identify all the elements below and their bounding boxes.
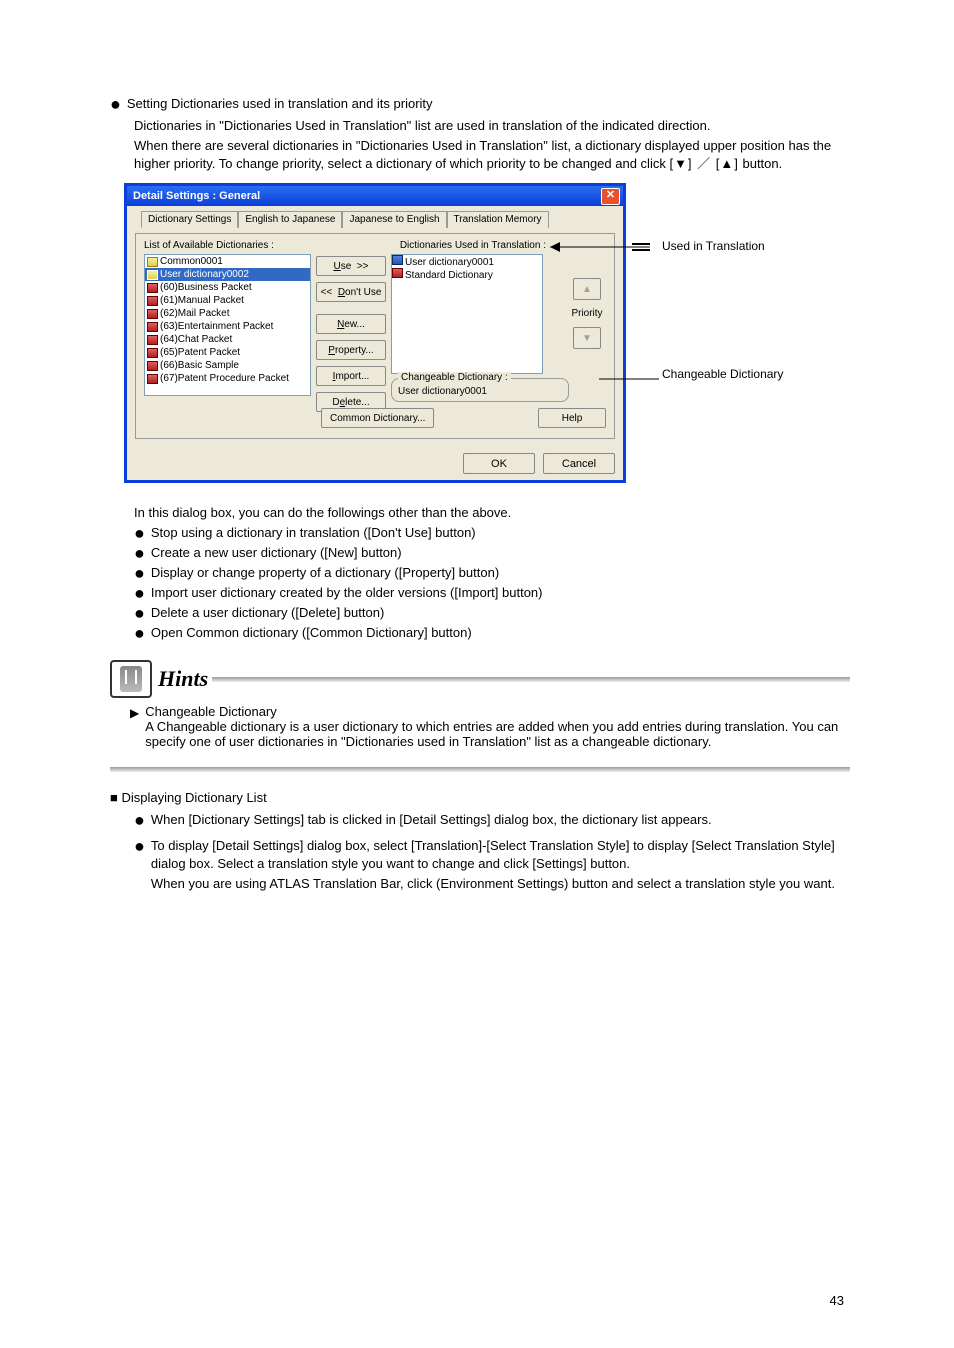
user-dict-icon xyxy=(147,270,158,280)
dialog-title: Detail Settings : General xyxy=(133,190,260,202)
tab-jp-to-en[interactable]: Japanese to English xyxy=(342,211,446,228)
book-icon xyxy=(147,361,158,371)
available-dictionaries-list[interactable]: Common0001 User dictionary0002 (60)Busin… xyxy=(144,254,311,396)
cancel-button[interactable]: Cancel xyxy=(543,453,615,474)
bullet-icon: ● xyxy=(134,837,145,855)
new-button[interactable]: New... xyxy=(316,314,386,334)
used-label: Dictionaries Used in Translation : xyxy=(400,240,546,251)
hints-title: Hints xyxy=(158,666,208,692)
ok-button[interactable]: OK xyxy=(463,453,535,474)
list-item-1: Stop using a dictionary in translation (… xyxy=(151,524,476,542)
triangle-icon: ▶ xyxy=(130,704,139,722)
bullet-icon: ● xyxy=(134,524,145,542)
book-icon xyxy=(147,335,158,345)
para-b2b: When you are using ATLAS Translation Bar… xyxy=(151,875,850,893)
book-icon xyxy=(147,283,158,293)
book-icon xyxy=(147,296,158,306)
bullet-icon: ● xyxy=(134,624,145,642)
list-item: (67)Patent Procedure Packet xyxy=(145,372,310,385)
list-item: Standard Dictionary xyxy=(392,268,542,281)
priority-label: Priority xyxy=(568,308,606,319)
property-button[interactable]: Property... xyxy=(316,340,386,360)
book-icon xyxy=(147,309,158,319)
page-number: 43 xyxy=(830,1293,844,1308)
list-item: (62)Mail Packet xyxy=(145,307,310,320)
bullet-icon: ● xyxy=(134,584,145,602)
dont-use-button[interactable]: << Don't Use xyxy=(316,282,386,302)
available-label: List of Available Dictionaries : xyxy=(144,240,274,251)
book-icon xyxy=(392,255,403,265)
para-b2a: To display [Detail Settings] dialog box,… xyxy=(151,837,850,873)
close-icon[interactable]: ✕ xyxy=(601,188,620,205)
list-item-4: Import user dictionary created by the ol… xyxy=(151,584,543,602)
changeable-dictionary-group: Changeable Dictionary : User dictionary0… xyxy=(391,378,569,402)
list-item: (65)Patent Packet xyxy=(145,346,310,359)
use-button[interactable]: Use >> xyxy=(316,256,386,276)
callout-changeable: Changeable Dictionary xyxy=(662,367,783,381)
list-item: (64)Chat Packet xyxy=(145,333,310,346)
list-item-6: Open Common dictionary ([Common Dictiona… xyxy=(151,624,472,642)
list-item: Common0001 xyxy=(145,255,310,268)
changeable-value: User dictionary0001 xyxy=(398,386,562,397)
hints-sub: Changeable Dictionary xyxy=(145,704,850,719)
para-b1: When [Dictionary Settings] tab is clicke… xyxy=(151,811,712,829)
list-intro: In this dialog box, you can do the follo… xyxy=(134,505,850,520)
bullet-icon: ● xyxy=(134,564,145,582)
help-button[interactable]: Help xyxy=(538,408,606,428)
book-icon xyxy=(392,268,403,278)
list-item: User dictionary0001 xyxy=(392,255,542,268)
list-item-5: Delete a user dictionary ([Delete] butto… xyxy=(151,604,384,622)
user-dict-icon xyxy=(147,257,158,267)
list-item: (63)Entertainment Packet xyxy=(145,320,310,333)
callout-used: Used in Translation xyxy=(662,239,765,253)
hints-text: A Changeable dictionary is a user dictio… xyxy=(145,719,850,749)
hints-icon xyxy=(110,660,152,698)
list-item-2: Create a new user dictionary ([New] butt… xyxy=(151,544,402,562)
book-icon xyxy=(147,348,158,358)
list-item: (66)Basic Sample xyxy=(145,359,310,372)
tab-translation-memory[interactable]: Translation Memory xyxy=(447,211,549,228)
priority-down-button[interactable]: ▼ xyxy=(573,327,601,349)
divider xyxy=(110,767,850,772)
intro-para2: When there are several dictionaries in "… xyxy=(134,137,850,173)
list-item-3: Display or change property of a dictiona… xyxy=(151,564,499,582)
used-dictionaries-list[interactable]: User dictionary0001 Standard Dictionary xyxy=(391,254,543,374)
import-button[interactable]: Import... xyxy=(316,366,386,386)
intro-bullet: Setting Dictionaries used in translation… xyxy=(127,95,433,113)
section-heading: ■ Displaying Dictionary List xyxy=(110,790,850,805)
changeable-legend: Changeable Dictionary : xyxy=(398,372,511,383)
intro-para1: Dictionaries in "Dictionaries Used in Tr… xyxy=(134,117,850,135)
bullet-icon: ● xyxy=(134,544,145,562)
book-icon xyxy=(147,374,158,384)
list-item: (60)Business Packet xyxy=(145,281,310,294)
bullet-icon: ● xyxy=(134,811,145,829)
bullet-icon: ● xyxy=(110,95,121,113)
dialog-titlebar: Detail Settings : General ✕ xyxy=(127,186,623,206)
bullet-icon: ● xyxy=(134,604,145,622)
tab-dictionary-settings[interactable]: Dictionary Settings xyxy=(141,211,238,228)
divider xyxy=(212,677,850,682)
tab-en-to-jp[interactable]: English to Japanese xyxy=(238,211,342,228)
common-dictionary-button[interactable]: Common Dictionary... xyxy=(321,408,434,428)
list-item: (61)Manual Packet xyxy=(145,294,310,307)
dialog-figure: Detail Settings : General ✕ Dictionary S… xyxy=(124,183,850,483)
priority-buttons-text: [▼] ／ [▲] xyxy=(669,156,738,171)
priority-up-button[interactable]: ▲ xyxy=(573,278,601,300)
list-item: User dictionary0002 xyxy=(145,268,310,281)
book-icon xyxy=(147,322,158,332)
